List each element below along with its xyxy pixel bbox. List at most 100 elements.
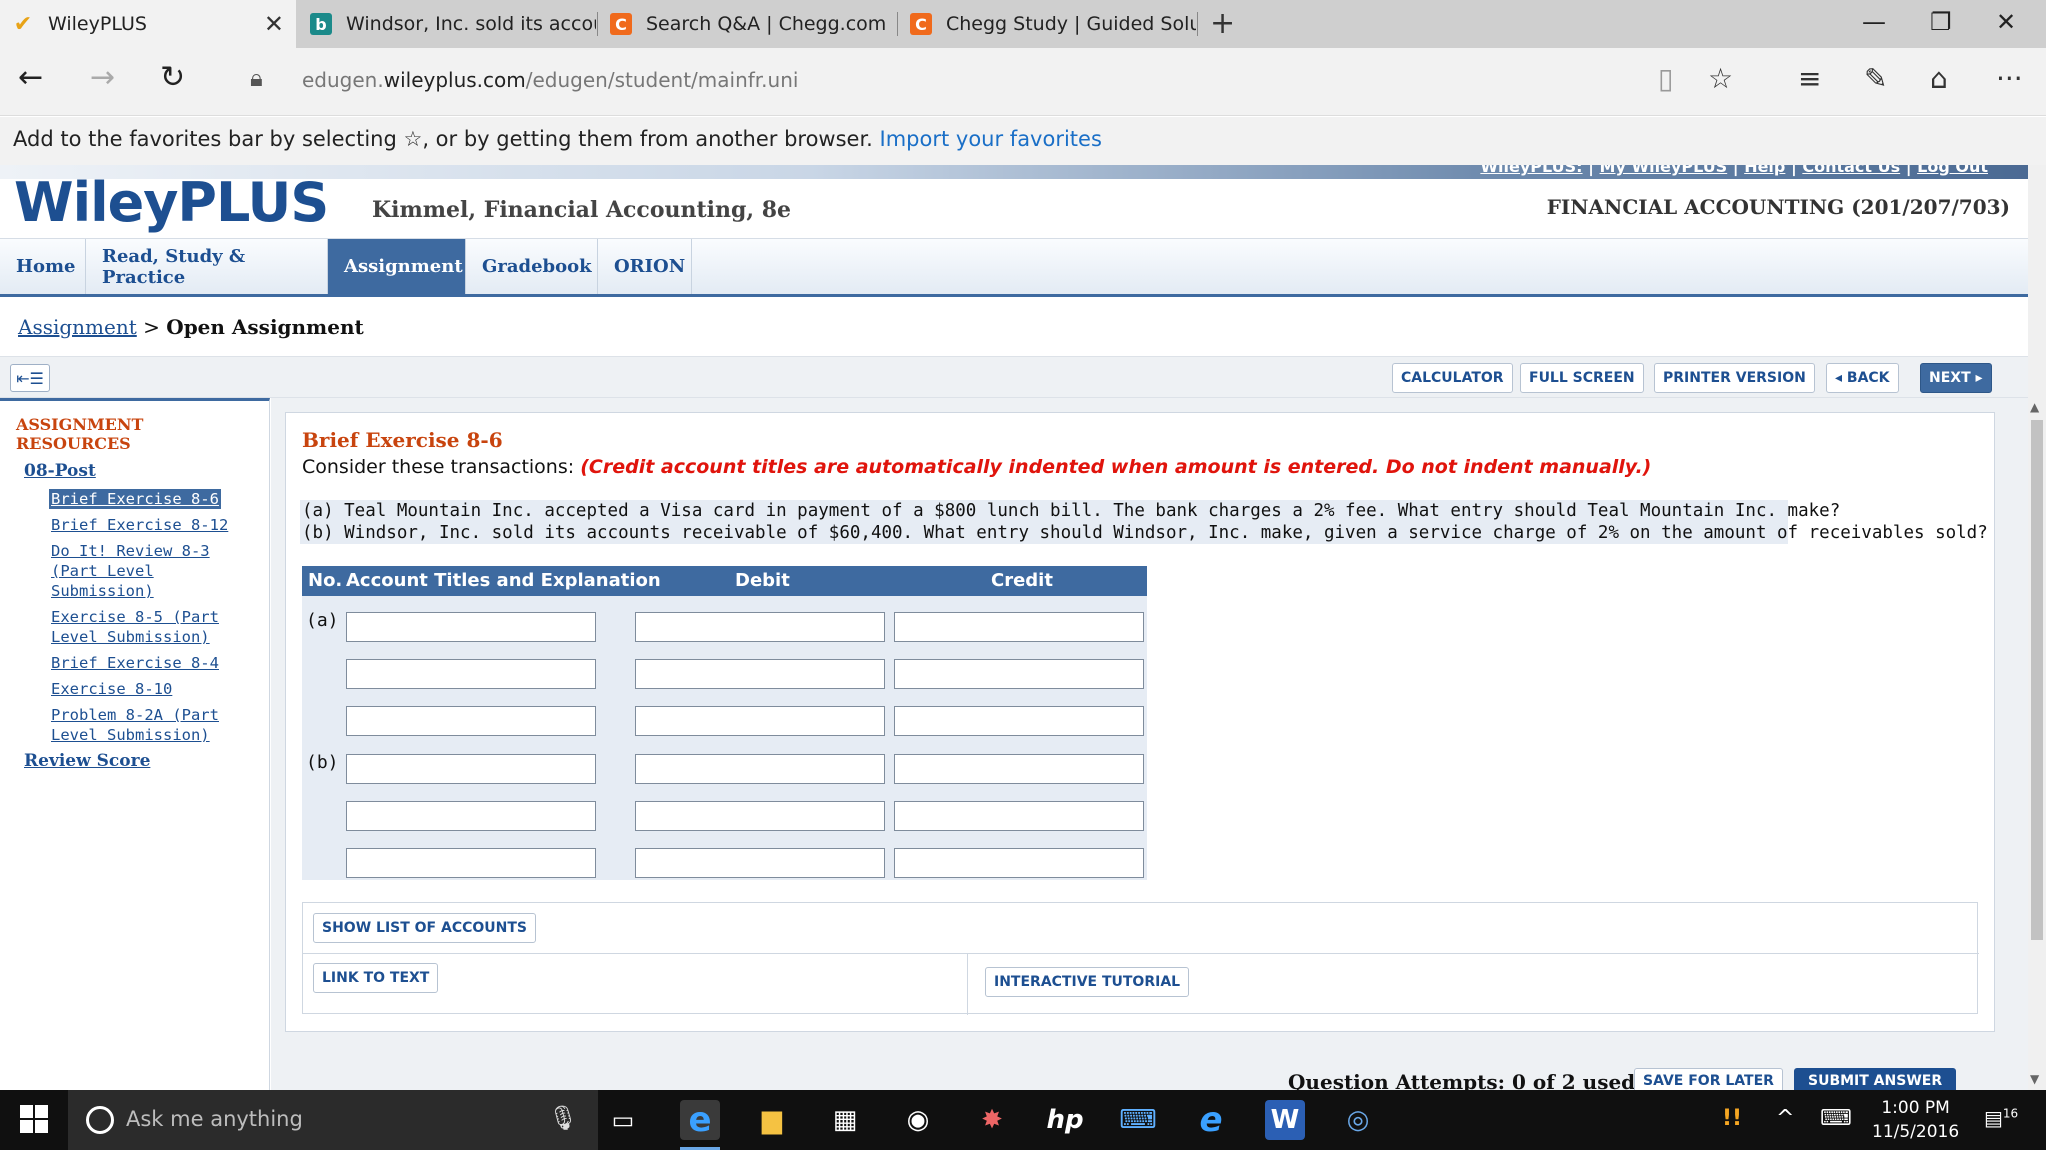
notification-count: 16 bbox=[2002, 1106, 2019, 1121]
tab-chegg-study[interactable]: C Chegg Study | Guided Solut bbox=[898, 0, 1196, 48]
breadcrumb-assignment-link[interactable]: Assignment bbox=[18, 315, 137, 339]
scroll-up-icon[interactable]: ▲ bbox=[2030, 400, 2039, 414]
resource-item[interactable]: Problem 8-2A (Part Level Submission) bbox=[51, 705, 261, 745]
back-arrow-icon[interactable]: ← bbox=[18, 60, 43, 95]
forward-arrow-icon[interactable]: → bbox=[90, 60, 115, 95]
account-title-input[interactable] bbox=[346, 659, 596, 689]
tab-bing-search[interactable]: b Windsor, Inc. sold its accoun bbox=[298, 0, 596, 48]
media-app-icon[interactable]: ◎ bbox=[1338, 1100, 1378, 1140]
account-title-input[interactable] bbox=[346, 754, 596, 784]
calculator-button[interactable]: CALCULATOR bbox=[1392, 363, 1513, 393]
tab-chegg-search[interactable]: C Search Q&A | Chegg.com bbox=[598, 0, 896, 48]
close-tab-icon[interactable]: ✕ bbox=[264, 10, 284, 38]
credit-input[interactable] bbox=[894, 612, 1144, 642]
scrollbar-thumb[interactable] bbox=[2031, 420, 2043, 940]
minimize-icon[interactable]: — bbox=[1862, 8, 1886, 36]
scroll-down-icon[interactable]: ▼ bbox=[2030, 1072, 2039, 1086]
resource-item[interactable]: Do It! Review 8-3 (Part Level Submission… bbox=[51, 541, 261, 601]
internet-explorer-icon[interactable]: e bbox=[1191, 1100, 1231, 1140]
windows-taskbar: Ask me anything 🎙︎ ▭ e ▆ ▦ ◉ ✸ hp ⌨ e W … bbox=[0, 1090, 2046, 1150]
utility-link[interactable]: Contact Us bbox=[1802, 165, 1900, 176]
touch-keyboard-icon[interactable]: ⌨ bbox=[1820, 1106, 1852, 1131]
action-center-icon[interactable]: ▤16 bbox=[1984, 1106, 2018, 1130]
debit-input[interactable] bbox=[635, 612, 885, 642]
window-close-icon[interactable]: ✕ bbox=[1996, 8, 2016, 36]
credit-input[interactable] bbox=[894, 754, 1144, 784]
divider bbox=[303, 953, 1979, 954]
url-field[interactable]: edugen.wileyplus.com/edugen/student/main… bbox=[302, 68, 798, 92]
journal-entry-table: No. Account Titles and Explanation Debit… bbox=[302, 566, 1147, 880]
utility-link[interactable]: My WileyPLUS bbox=[1600, 165, 1728, 176]
edge-icon[interactable]: e bbox=[680, 1100, 720, 1150]
nav-orion[interactable]: ORION bbox=[598, 239, 692, 294]
debit-input[interactable] bbox=[635, 801, 885, 831]
printer-version-button[interactable]: PRINTER VERSION bbox=[1654, 363, 1815, 393]
next-button[interactable]: NEXT ▸ bbox=[1920, 363, 1992, 393]
show-list-of-accounts-button[interactable]: SHOW LIST OF ACCOUNTS bbox=[313, 913, 536, 943]
file-explorer-icon[interactable]: ▆ bbox=[752, 1100, 792, 1140]
utility-link[interactable]: Help bbox=[1744, 165, 1785, 176]
debit-input[interactable] bbox=[635, 754, 885, 784]
camera-app-icon[interactable]: ◉ bbox=[898, 1100, 938, 1140]
cortana-search-box[interactable]: Ask me anything 🎙︎ bbox=[68, 1090, 598, 1150]
lock-icon: 🔒︎ bbox=[250, 64, 263, 92]
keyboard-app-icon[interactable]: ⌨ bbox=[1118, 1100, 1158, 1140]
windows-start-icon[interactable] bbox=[20, 1105, 48, 1133]
credit-input[interactable] bbox=[894, 801, 1144, 831]
review-score-link[interactable]: Review Score bbox=[24, 751, 150, 771]
resource-item-current[interactable]: Brief Exercise 8-6 bbox=[49, 489, 221, 509]
resource-item[interactable]: Brief Exercise 8-4 bbox=[51, 653, 261, 673]
credit-input[interactable] bbox=[894, 659, 1144, 689]
divider bbox=[967, 953, 968, 1015]
journal-header-row: No. Account Titles and Explanation Debit… bbox=[302, 566, 1147, 596]
full-screen-button[interactable]: FULL SCREEN bbox=[1520, 363, 1644, 393]
photo-app-icon[interactable]: ✸ bbox=[972, 1100, 1012, 1140]
back-button[interactable]: ◂ BACK bbox=[1826, 363, 1899, 393]
task-view-icon[interactable]: ▭ bbox=[603, 1100, 643, 1140]
new-tab-icon[interactable]: + bbox=[1210, 6, 1235, 41]
warning-tray-icon[interactable]: !! bbox=[1722, 1106, 1742, 1131]
account-title-input[interactable] bbox=[346, 801, 596, 831]
credit-input[interactable] bbox=[894, 706, 1144, 736]
link-to-text-button[interactable]: LINK TO TEXT bbox=[313, 963, 439, 993]
debit-input[interactable] bbox=[635, 659, 885, 689]
resource-item[interactable]: Exercise 8-10 bbox=[51, 679, 261, 699]
nav-read-study-practice[interactable]: Read, Study & Practice bbox=[86, 239, 328, 294]
favorite-star-icon[interactable]: ☆ bbox=[1708, 62, 1733, 95]
wileyplus-logo[interactable]: WileyPLUS bbox=[14, 171, 329, 234]
hub-icon[interactable]: ≡ bbox=[1798, 62, 1821, 95]
collapse-panel-icon[interactable]: ⇤☰ bbox=[10, 364, 50, 392]
restore-icon[interactable]: ❐ bbox=[1930, 8, 1952, 36]
microphone-icon[interactable]: 🎙︎ bbox=[548, 1104, 578, 1132]
resource-item[interactable]: Brief Exercise 8-12 bbox=[51, 515, 261, 535]
credit-input[interactable] bbox=[894, 848, 1144, 878]
refresh-icon[interactable]: ↻ bbox=[160, 60, 185, 95]
nav-home[interactable]: Home bbox=[0, 239, 86, 294]
account-title-input[interactable] bbox=[346, 706, 596, 736]
nav-gradebook[interactable]: Gradebook bbox=[466, 239, 598, 294]
chegg-icon: C bbox=[910, 13, 932, 35]
share-icon[interactable]: ⌂ bbox=[1930, 62, 1948, 95]
breadcrumb: Assignment > Open Assignment bbox=[18, 315, 364, 339]
debit-input[interactable] bbox=[635, 706, 885, 736]
course-title: FINANCIAL ACCOUNTING (201/207/703) bbox=[1546, 195, 2010, 219]
debit-input[interactable] bbox=[635, 848, 885, 878]
more-icon[interactable]: ··· bbox=[1996, 62, 2023, 95]
nav-assignment[interactable]: Assignment bbox=[328, 239, 466, 294]
reading-view-icon[interactable]: ▯ bbox=[1658, 62, 1673, 95]
account-title-input[interactable] bbox=[346, 848, 596, 878]
interactive-tutorial-button[interactable]: INTERACTIVE TUTORIAL bbox=[985, 967, 1190, 997]
hp-icon[interactable]: hp bbox=[1045, 1100, 1085, 1140]
account-title-input[interactable] bbox=[346, 612, 596, 642]
store-icon[interactable]: ▦ bbox=[825, 1100, 865, 1140]
import-favorites-link[interactable]: Import your favorites bbox=[880, 127, 1102, 151]
utility-link[interactable]: Log Out bbox=[1917, 165, 1988, 176]
word-icon[interactable]: W bbox=[1265, 1100, 1305, 1140]
utility-link[interactable]: WileyPLUS: bbox=[1480, 165, 1582, 176]
resources-group-link[interactable]: 08-Post bbox=[24, 461, 96, 481]
tab-wileyplus[interactable]: ✔ WileyPLUS ✕ bbox=[0, 0, 296, 48]
resource-item[interactable]: Exercise 8-5 (Part Level Submission) bbox=[51, 607, 261, 647]
web-note-icon[interactable]: ✎ bbox=[1864, 62, 1887, 95]
show-hidden-icons-icon[interactable]: ^ bbox=[1776, 1106, 1794, 1131]
taskbar-clock[interactable]: 1:00 PM 11/5/2016 bbox=[1872, 1096, 1959, 1144]
